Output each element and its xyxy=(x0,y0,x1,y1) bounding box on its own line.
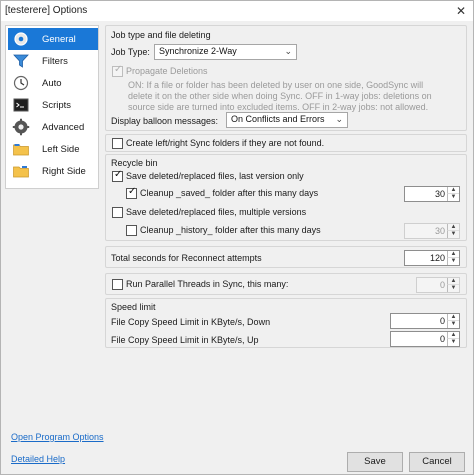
parallel-threads-stepper[interactable]: 0 ▲ ▼ xyxy=(416,277,460,293)
speed-up-stepper[interactable]: 0 ▲ ▼ xyxy=(390,331,460,347)
cleanup-history-checkbox[interactable] xyxy=(126,225,137,236)
detailed-help-link[interactable]: Detailed Help xyxy=(11,454,65,464)
stepper-up-icon[interactable]: ▲ xyxy=(447,332,459,339)
speed-limit-panel: Speed limit File Copy Speed Limit in KBy… xyxy=(105,298,467,348)
options-window: [testerere] Options ✕ General Filters Au… xyxy=(0,0,474,475)
balloon-messages-label: Display balloon messages: xyxy=(111,116,219,126)
open-program-options-link[interactable]: Open Program Options xyxy=(11,432,104,442)
section-title-recycle: Recycle bin xyxy=(111,158,158,168)
cleanup-saved-value: 30 xyxy=(434,189,445,199)
job-type-dropdown[interactable]: Synchronize 2-Way ⌄ xyxy=(154,44,297,60)
stepper-down-icon[interactable]: ▼ xyxy=(447,339,459,346)
job-type-label: Job Type: xyxy=(111,47,150,57)
balloon-messages-value: On Conflicts and Errors xyxy=(231,114,325,124)
chevron-down-icon: ⌄ xyxy=(284,46,292,56)
chevron-down-icon: ⌄ xyxy=(335,114,343,124)
sidebar-item-label: Left Side xyxy=(42,144,80,155)
sidebar-item-scripts[interactable]: Scripts xyxy=(8,94,98,116)
filter-funnel-icon xyxy=(13,54,29,68)
recycle-bin-panel: Recycle bin Save deleted/replaced files,… xyxy=(105,154,467,241)
propagate-info-line: source side are turned into excluded ite… xyxy=(128,102,429,112)
folder-left-icon xyxy=(13,144,29,156)
parallel-threads-panel: Run Parallel Threads in Sync, this many:… xyxy=(105,273,467,295)
sidebar-item-advanced[interactable]: Advanced xyxy=(8,116,98,138)
script-terminal-icon xyxy=(13,98,29,112)
speed-up-value: 0 xyxy=(439,334,445,344)
window-title: [testerere] Options xyxy=(5,5,88,16)
cleanup-history-label: Cleanup _history_ folder after this many… xyxy=(140,225,321,235)
reconnect-value: 120 xyxy=(429,253,445,263)
create-folders-label: Create left/right Sync folders if they a… xyxy=(126,138,325,148)
stepper-up-icon[interactable]: ▲ xyxy=(447,278,459,285)
cleanup-saved-stepper[interactable]: 30 ▲ ▼ xyxy=(404,186,460,202)
stepper-down-icon[interactable]: ▼ xyxy=(447,285,459,292)
parallel-threads-value: 0 xyxy=(439,280,445,290)
speed-up-label: File Copy Speed Limit in KByte/s, Up xyxy=(111,335,259,345)
reconnect-label: Total seconds for Reconnect attempts xyxy=(111,253,262,263)
reconnect-stepper[interactable]: 120 ▲ ▼ xyxy=(404,250,460,266)
sidebar-item-filters[interactable]: Filters xyxy=(8,50,98,72)
reconnect-panel: Total seconds for Reconnect attempts 120… xyxy=(105,246,467,268)
stepper-down-icon[interactable]: ▼ xyxy=(447,194,459,201)
sidebar-item-right-side[interactable]: Right Side xyxy=(8,160,98,182)
cancel-button[interactable]: Cancel xyxy=(409,452,465,472)
speed-down-label: File Copy Speed Limit in KByte/s, Down xyxy=(111,317,271,327)
stepper-down-icon[interactable]: ▼ xyxy=(447,231,459,238)
stepper-up-icon[interactable]: ▲ xyxy=(447,314,459,321)
stepper-up-icon[interactable]: ▲ xyxy=(447,224,459,231)
cleanup-history-stepper[interactable]: 30 ▲ ▼ xyxy=(404,223,460,239)
save-last-version-label: Save deleted/replaced files, last versio… xyxy=(126,171,304,181)
sidebar-item-label: Right Side xyxy=(42,166,86,177)
save-last-version-checkbox[interactable] xyxy=(112,169,123,182)
propagate-deletions-checkbox[interactable] xyxy=(112,64,123,77)
propagate-deletions-label: Propagate Deletions xyxy=(126,66,208,76)
speed-down-stepper[interactable]: 0 ▲ ▼ xyxy=(390,313,460,329)
section-title-speed: Speed limit xyxy=(111,302,156,312)
sidebar-item-left-side[interactable]: Left Side xyxy=(8,138,98,160)
auto-clock-icon xyxy=(13,75,29,91)
close-icon[interactable]: ✕ xyxy=(453,3,469,19)
balloon-messages-dropdown[interactable]: On Conflicts and Errors ⌄ xyxy=(226,112,348,128)
job-type-panel: Job type and file deleting Job Type: Syn… xyxy=(105,25,467,131)
save-button[interactable]: Save xyxy=(347,452,403,472)
stepper-down-icon[interactable]: ▼ xyxy=(447,321,459,328)
cleanup-saved-label: Cleanup _saved_ folder after this many d… xyxy=(140,188,319,198)
parallel-threads-checkbox[interactable] xyxy=(112,279,123,290)
sidebar: General Filters Auto Scripts Advanced Le… xyxy=(5,25,99,189)
save-multi-version-label: Save deleted/replaced files, multiple ve… xyxy=(126,207,307,217)
stepper-up-icon[interactable]: ▲ xyxy=(447,251,459,258)
sidebar-item-label: Advanced xyxy=(42,122,85,133)
gear-icon xyxy=(14,32,28,46)
gear-advanced-icon xyxy=(12,118,30,136)
sidebar-item-auto[interactable]: Auto xyxy=(8,72,98,94)
title-bar: [testerere] Options ✕ xyxy=(1,1,473,21)
stepper-up-icon[interactable]: ▲ xyxy=(447,187,459,194)
propagate-info-line: ON: If a file or folder has been deleted… xyxy=(128,80,424,90)
sidebar-item-label: General xyxy=(42,34,76,45)
sidebar-item-general[interactable]: General xyxy=(8,28,98,50)
section-title-job: Job type and file deleting xyxy=(111,30,211,40)
cleanup-saved-checkbox[interactable] xyxy=(126,186,137,199)
sidebar-item-label: Scripts xyxy=(42,100,72,111)
folder-right-icon xyxy=(13,166,29,178)
cleanup-history-value: 30 xyxy=(434,226,445,236)
job-type-value: Synchronize 2-Way xyxy=(159,46,237,56)
sidebar-item-label: Filters xyxy=(42,56,68,67)
sidebar-item-label: Auto xyxy=(42,78,62,89)
create-folders-panel: Create left/right Sync folders if they a… xyxy=(105,134,467,152)
parallel-threads-label: Run Parallel Threads in Sync, this many: xyxy=(126,279,289,289)
create-folders-checkbox[interactable] xyxy=(112,138,123,149)
save-multi-version-checkbox[interactable] xyxy=(112,207,123,218)
stepper-down-icon[interactable]: ▼ xyxy=(447,258,459,265)
speed-down-value: 0 xyxy=(439,316,445,326)
propagate-info-line: delete it on the other side when doing S… xyxy=(128,91,432,101)
